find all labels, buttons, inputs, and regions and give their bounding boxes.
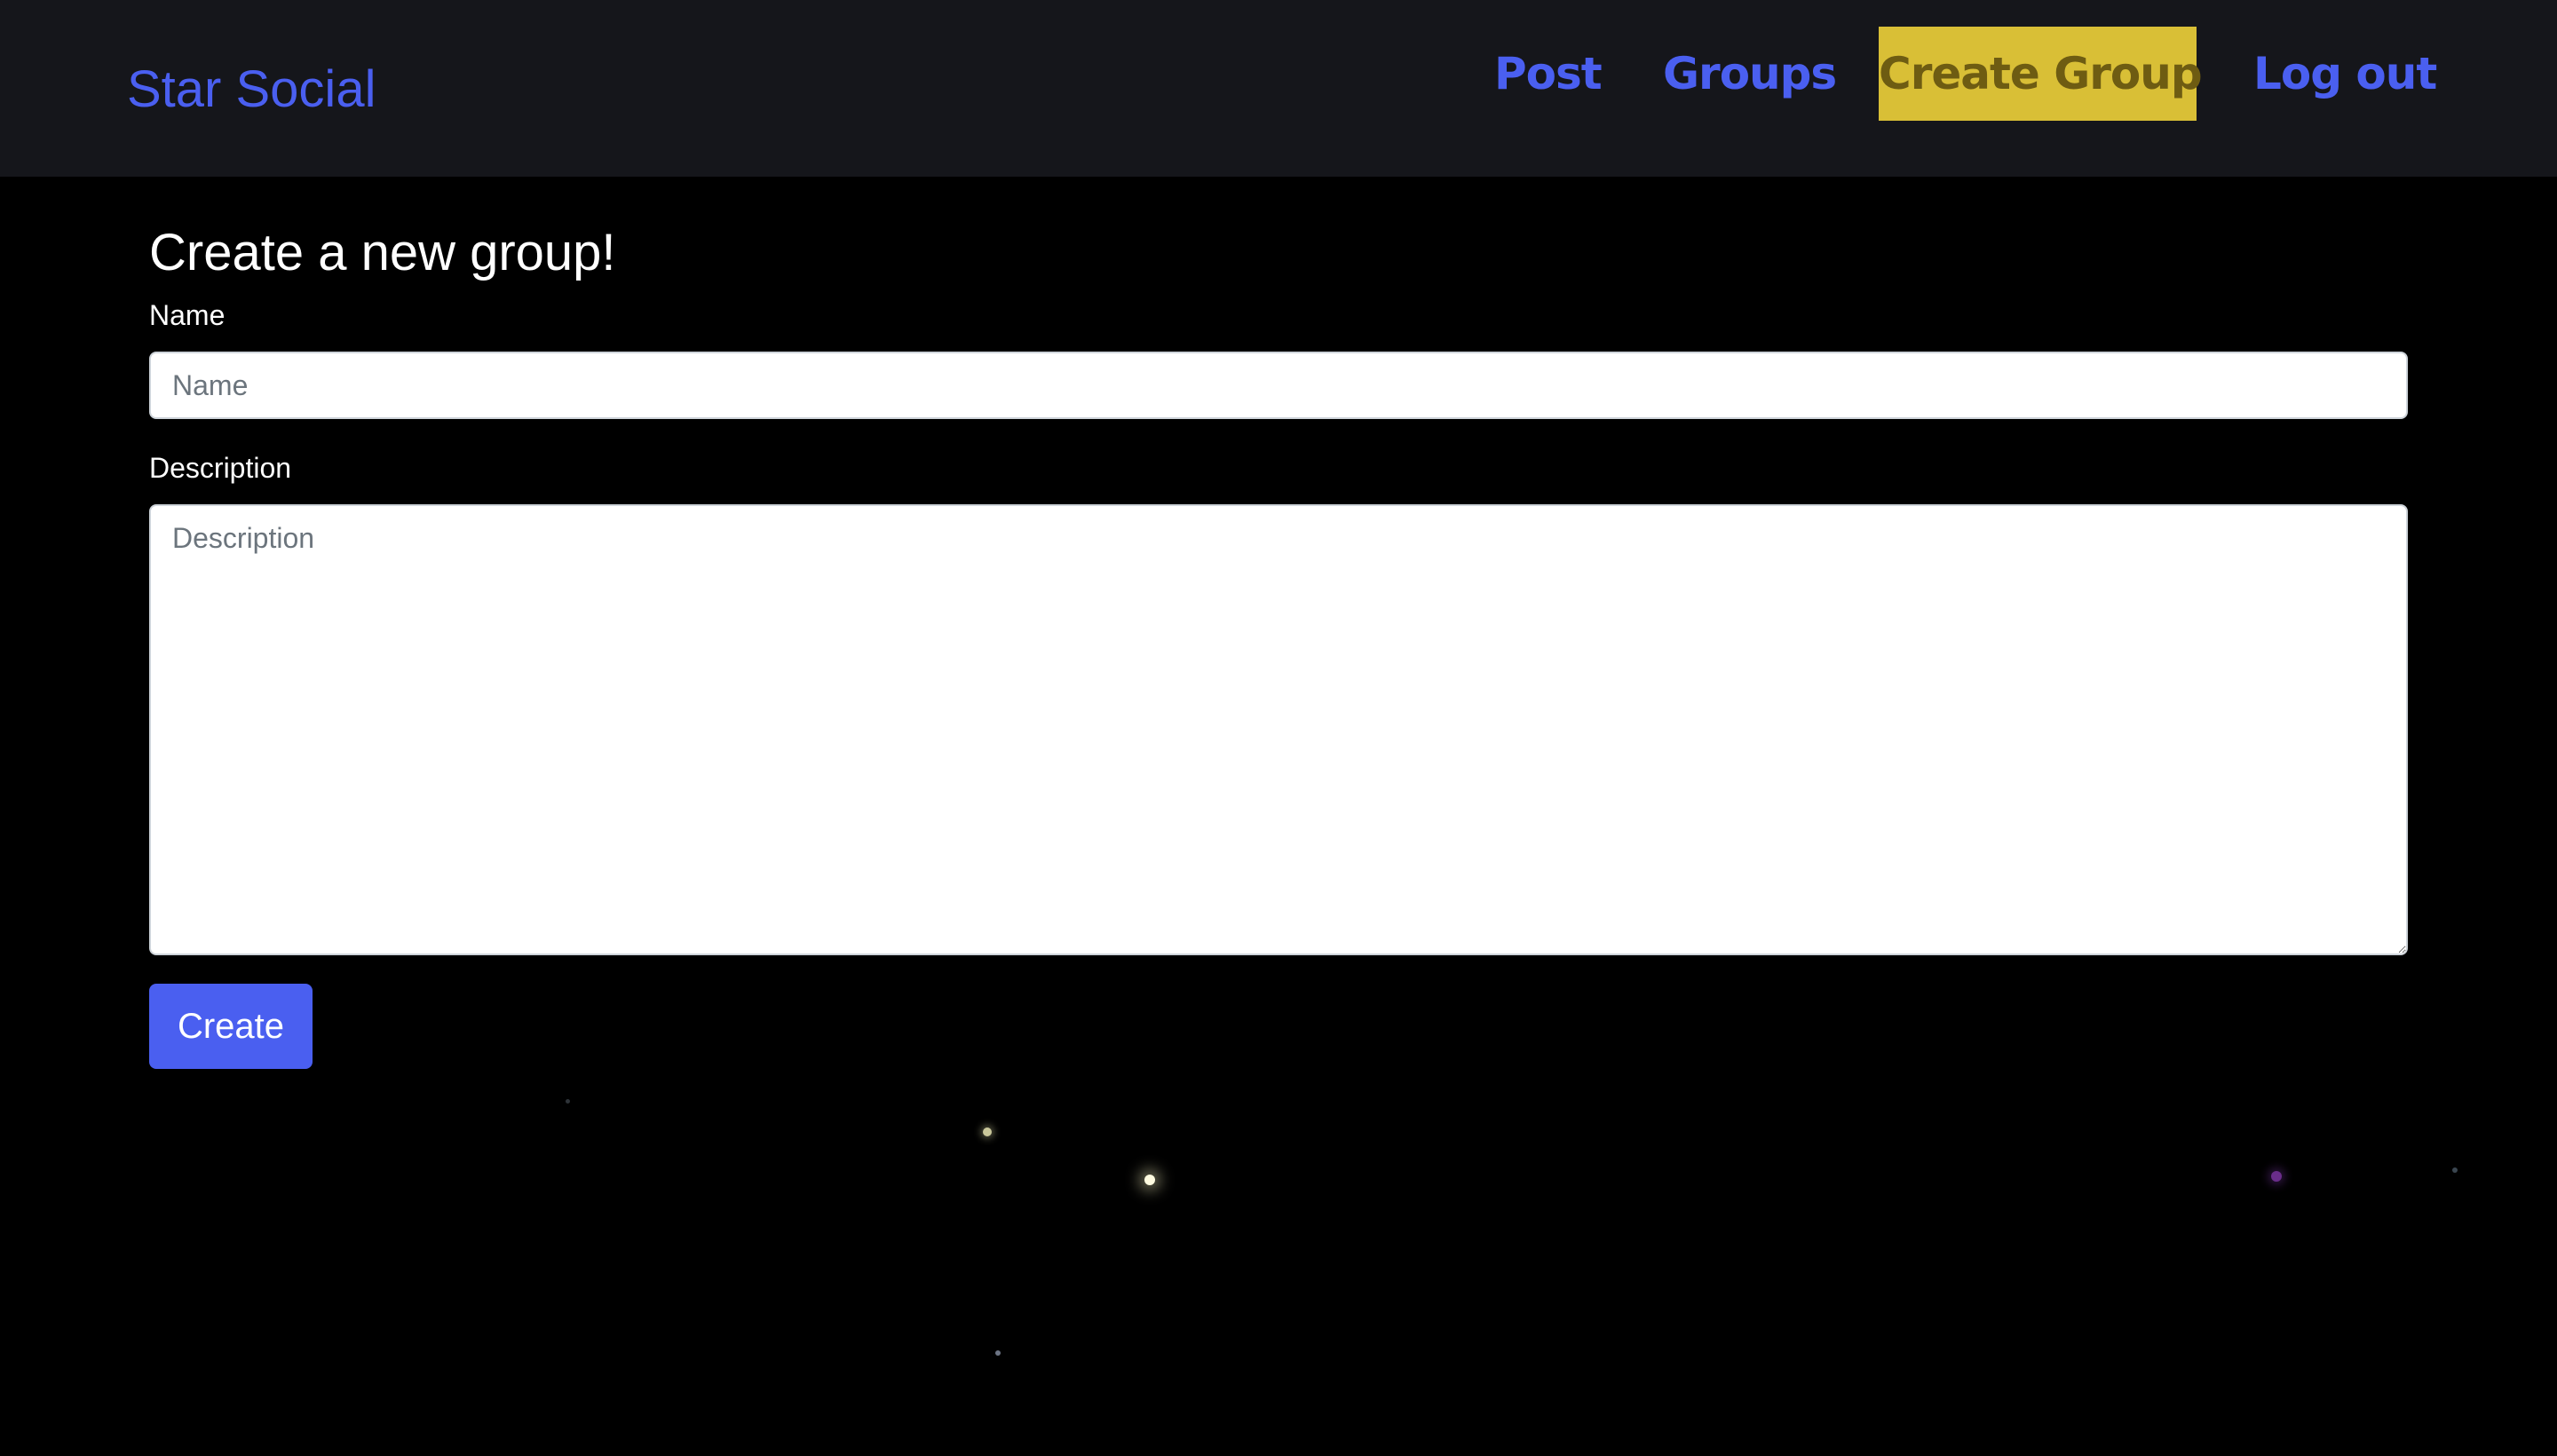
nav-create-group-link[interactable]: Create Group (1879, 27, 2203, 121)
nav-groups-link[interactable]: Groups (1663, 27, 1837, 121)
page-title: Create a new group! (149, 224, 616, 281)
description-textarea[interactable] (149, 504, 2408, 955)
name-label: Name (149, 299, 226, 331)
description-label: Description (149, 452, 292, 484)
star-decoration (983, 1128, 992, 1136)
star-decoration (2452, 1167, 2458, 1173)
create-button[interactable]: Create (149, 984, 313, 1069)
page: Star Social Post Groups Create Group Log… (0, 0, 2557, 1456)
name-input[interactable] (149, 352, 2408, 419)
nav-logout-link[interactable]: Log out (2253, 27, 2437, 121)
star-decoration (1144, 1175, 1155, 1185)
nav-post-link[interactable]: Post (1494, 27, 1603, 121)
star-decoration (2271, 1171, 2282, 1182)
star-decoration (566, 1099, 570, 1104)
brand-link[interactable]: Star Social (127, 55, 376, 124)
star-decoration (995, 1350, 1001, 1356)
navbar: Star Social Post Groups Create Group Log… (0, 0, 2557, 177)
